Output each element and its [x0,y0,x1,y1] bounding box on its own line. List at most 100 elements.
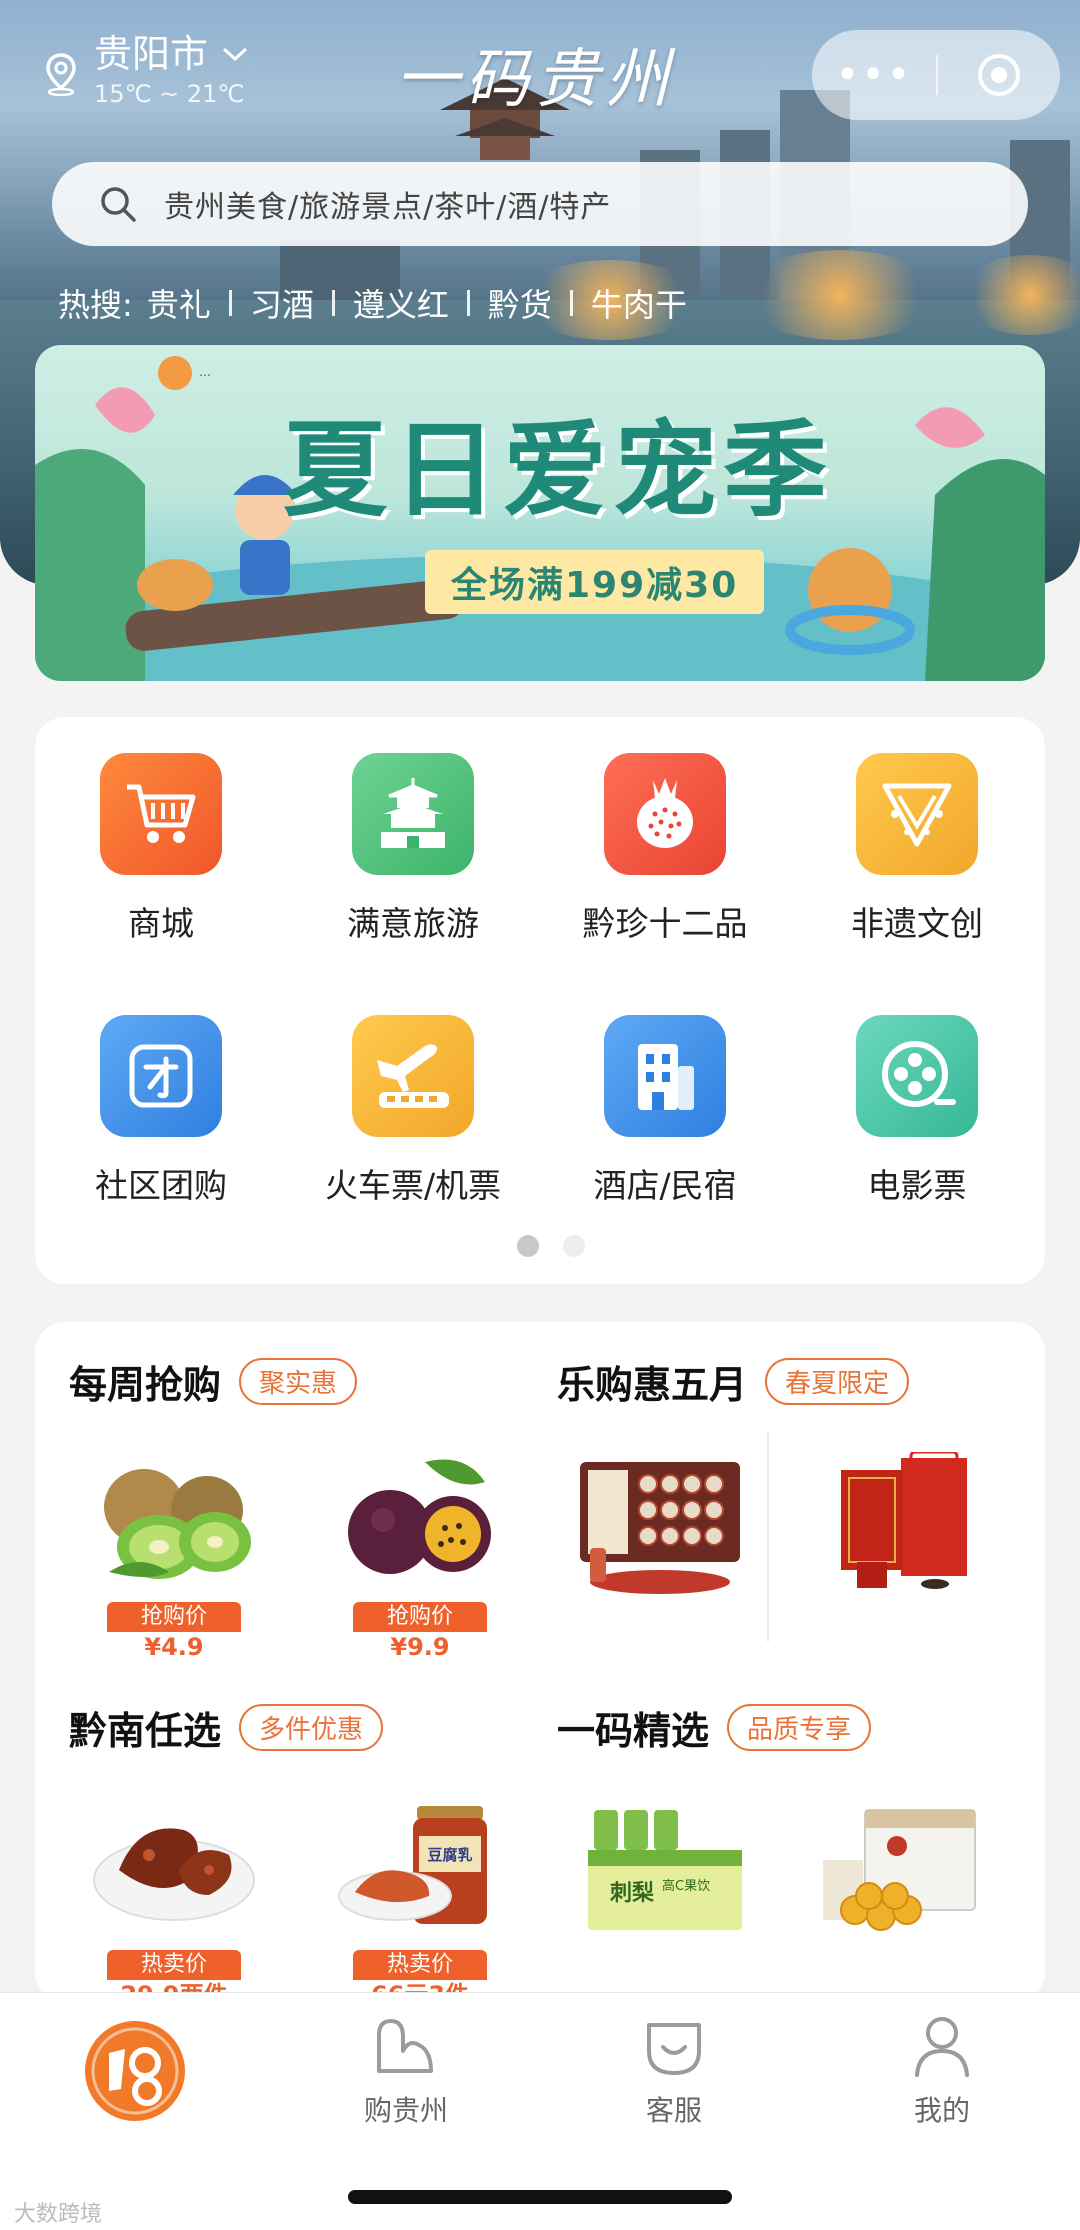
juice-sub-label: 高C果饮 [662,1878,710,1894]
close-mini-program-button[interactable] [938,51,1060,99]
category-label: 满意旅游 [347,904,479,943]
hot-search-term[interactable]: 遵义红 [353,280,449,326]
price-label: 热卖价 [107,1950,241,1980]
hot-search-label: 热搜: [58,286,133,324]
tab-buy-guizhou[interactable]: 购贵州 [306,2011,506,2129]
category-label: 社区团购 [95,1166,227,1205]
app-title: 一码贵州 [395,43,675,117]
tab-home[interactable] [35,2019,235,2131]
category-heritage[interactable]: 非遗文创 [791,753,1043,945]
temperature-range: 15℃ ~ 21℃ [94,80,245,108]
category-label: 商城 [128,904,194,943]
product-braised-meat[interactable]: 热卖价 29.9两件 [89,1800,289,2009]
product-kiwi[interactable]: 抢购价 ¥4.9 [89,1452,289,1661]
category-group-buy[interactable]: 社区团购 [35,1015,287,1207]
price-label: 抢购价 [353,1602,487,1632]
product-juice-box[interactable]: 刺梨 高C果饮 [580,1800,780,1990]
product-chili-jar[interactable]: 豆腐乳 热卖价 66元3件 [335,1800,535,2009]
category-tickets[interactable]: 火车票/机票 [287,1015,539,1207]
service-icon [647,2023,701,2075]
category-label: 黔珍十二品 [582,904,748,943]
divider [331,290,335,316]
more-dots-icon: ••• [835,52,913,98]
price-label: 热卖价 [353,1950,487,1980]
hot-search-row: 热搜: 贵礼 习酒 遵义红 黔货 牛肉干 [58,280,687,326]
pitaya-icon [604,753,726,875]
product-gift-set[interactable] [570,1452,770,1642]
price-tag: 抢购价 ¥4.9 [107,1602,241,1662]
hot-search-term[interactable]: 习酒 [250,280,314,326]
section-tag: 春夏限定 [765,1358,910,1405]
hotel-icon [604,1015,726,1137]
category-label: 电影票 [867,1166,967,1205]
hot-search-term[interactable]: 牛肉干 [591,280,687,326]
more-menu-button[interactable]: ••• [812,30,936,120]
brand-logo-icon: ⋯ [158,356,211,390]
home-logo-icon [85,2021,185,2121]
group-icon [100,1015,222,1137]
category-twelve-treasures[interactable]: 黔珍十二品 [539,753,791,945]
tab-customer-service[interactable]: 客服 [574,2011,774,2129]
category-mall[interactable]: 商城 [35,753,287,945]
page-dot-active[interactable] [517,1235,539,1257]
price-value: ¥9.9 [390,1633,450,1661]
mini-program-capsule: ••• [812,30,1060,120]
chevron-down-icon [223,47,248,62]
tab-label: 我的 [913,2094,970,2127]
banner-promo: 全场满199减30 [425,550,765,614]
divider [228,290,232,316]
section-tag: 聚实惠 [239,1358,358,1405]
lantern-glow [740,250,940,340]
category-travel[interactable]: 满意旅游 [287,753,539,945]
juice-box-image: 刺梨 高C果饮 [588,1810,742,1930]
hot-search-term[interactable]: 黔货 [488,280,552,326]
divider [569,290,573,316]
hot-search-term[interactable]: 贵礼 [147,280,211,326]
category-label: 非遗文创 [851,904,983,943]
ornament-icon [856,753,978,875]
page-dot[interactable] [563,1235,585,1257]
mountain-icon [377,2019,433,2073]
section-tag: 品质专享 [727,1704,872,1751]
section-qiannan[interactable]: 黔南任选 多件优惠 [69,1700,384,1755]
section-title: 每周抢购 [69,1363,222,1407]
braised-meat-image [93,1828,255,1921]
film-reel-icon [856,1015,978,1137]
juice-brand-label: 刺梨 [610,1881,654,1906]
price-label: 抢购价 [107,1602,241,1632]
page-indicator [505,1235,597,1257]
category-label: 酒店/民宿 [593,1166,737,1205]
cart-icon [100,753,222,875]
plane-train-icon [352,1015,474,1137]
category-hotel[interactable]: 酒店/民宿 [539,1015,791,1207]
watermark: 大数跨境 [14,2202,103,2227]
section-weekly-deals[interactable]: 每周抢购 聚实惠 [69,1354,358,1409]
category-grid: 商城 满意旅游 黔珍十二品 非遗文创 社区团购 火车票/机票 酒店/民宿 电影票 [35,717,1045,1284]
kiwi-image [104,1469,251,1579]
tab-profile[interactable]: 我的 [842,2011,1042,2129]
jar-label: 豆腐乳 [427,1846,472,1864]
section-may-promo[interactable]: 乐购惠五月 春夏限定 [557,1354,910,1409]
target-icon [978,54,1020,96]
tab-label: 购贵州 [363,2094,448,2127]
user-icon [915,2017,969,2077]
product-pastry-box[interactable] [815,1800,1015,1990]
section-curated[interactable]: 一码精选 品质专享 [557,1700,872,1755]
location-selector[interactable]: 贵阳市 15℃ ~ 21℃ [44,30,250,108]
section-tag: 多件优惠 [239,1704,384,1751]
product-sections: 每周抢购 聚实惠 抢购价 ¥4.9 抢购价 ¥9.9 乐购惠五月 春夏限定 黔南… [35,1322,1045,2009]
chili-jar-image: 豆腐乳 [338,1806,487,1924]
home-indicator[interactable] [348,2190,732,2204]
promo-banner[interactable]: ⋯ 夏日爱宠季 全场满199减30 [35,345,1045,681]
section-title: 一码精选 [557,1709,710,1753]
search-bar[interactable]: 贵州美食/旅游景点/茶叶/酒/特产 [52,162,1028,246]
section-title: 黔南任选 [69,1709,222,1753]
product-passion-fruit[interactable]: 抢购价 ¥9.9 [335,1452,535,1661]
search-placeholder: 贵州美食/旅游景点/茶叶/酒/特产 [164,190,612,225]
tab-label: 客服 [645,2094,702,2127]
city-name: 贵阳市 [94,32,209,76]
product-tea-box[interactable] [815,1450,1015,1642]
category-movie[interactable]: 电影票 [791,1015,1043,1207]
price-tag: 抢购价 ¥9.9 [353,1602,487,1662]
gift-set-image [580,1462,740,1594]
